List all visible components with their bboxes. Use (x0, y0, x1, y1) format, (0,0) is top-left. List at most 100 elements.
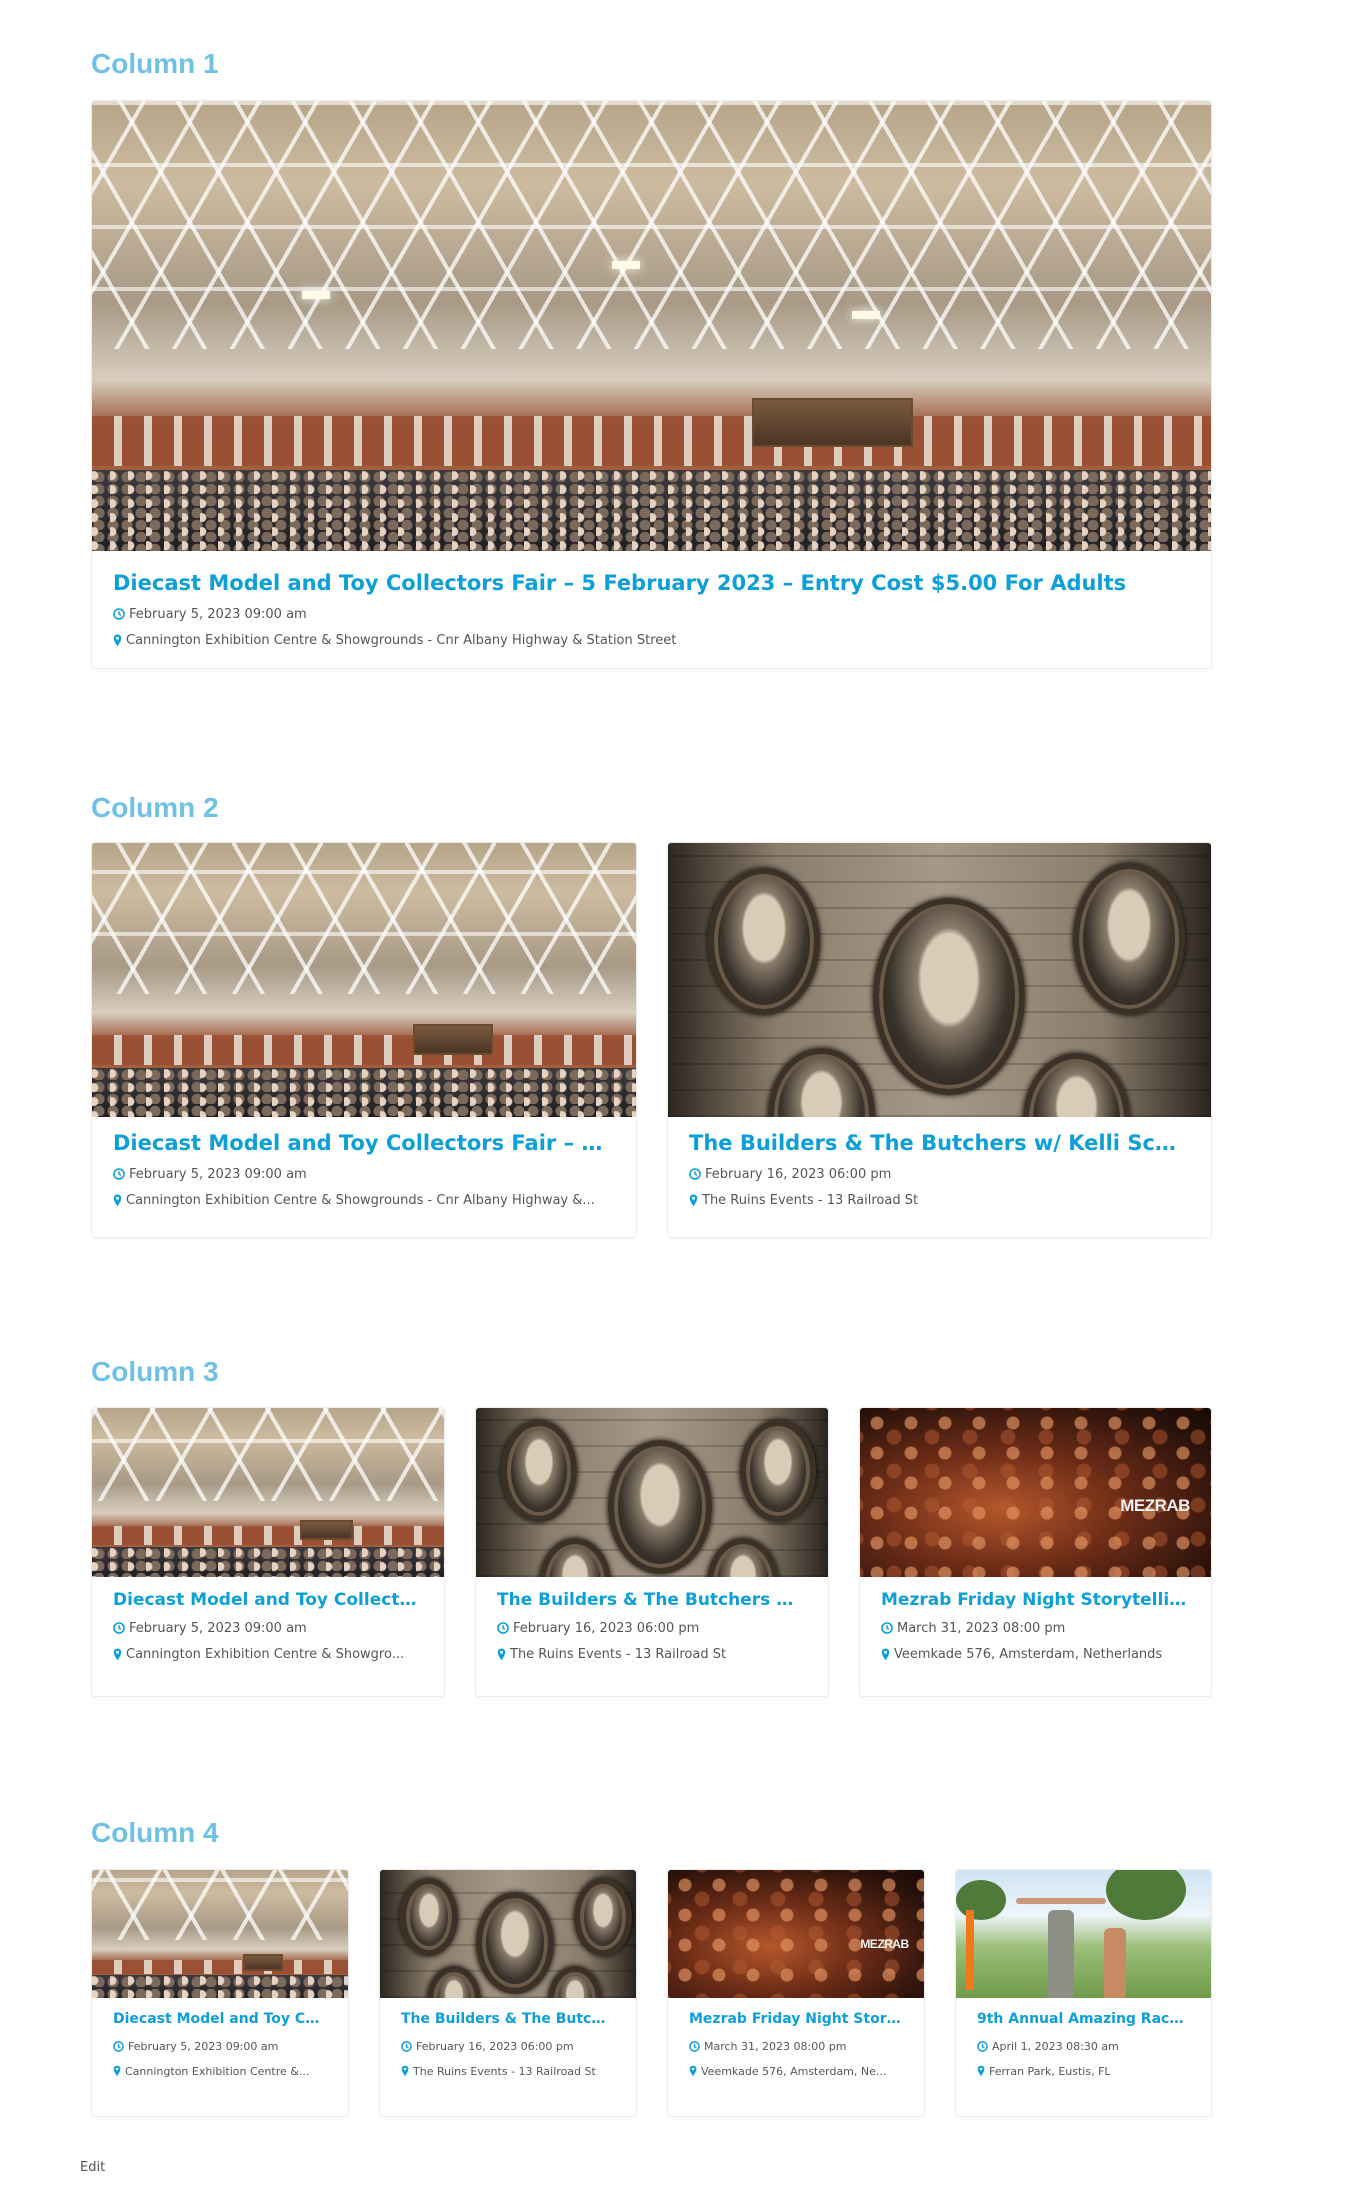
event-date-text: February 16, 2023 06:00 pm (416, 2039, 574, 2053)
event-card-mezrab[interactable]: MEZRAB Mezrab Friday Night Storytelling … (859, 1407, 1212, 1697)
clock-icon (113, 1168, 125, 1180)
event-location-text: The Ruins Events - 13 Railroad St (413, 2064, 596, 2078)
event-title-link[interactable]: Mezrab Friday Night Story... (689, 2010, 903, 2028)
event-image-builders[interactable] (668, 843, 1211, 1117)
event-date-text: February 5, 2023 09:00 am (128, 2039, 279, 2053)
event-location: Cannington Exhibition Centre & Showgroun… (113, 1191, 615, 1209)
event-date-text: March 31, 2023 08:00 pm (897, 1620, 1066, 1636)
event-date: March 31, 2023 08:00 pm (881, 1619, 1190, 1637)
event-date: February 5, 2023 09:00 am (113, 1619, 423, 1637)
map-marker-icon (497, 1648, 506, 1661)
event-date-text: February 16, 2023 06:00 pm (705, 1166, 892, 1182)
section-title: Column 3 (91, 1356, 219, 1387)
clock-icon (977, 2040, 988, 2052)
event-title-link[interactable]: Diecast Model and Toy Collectors Fair – … (113, 570, 1190, 596)
event-title-link[interactable]: The Builders & The Butchers w/ Kelli Sch… (689, 1130, 1190, 1156)
event-location: The Ruins Events - 13 Railroad St (401, 2063, 615, 2079)
event-image-builders[interactable] (380, 1870, 636, 1998)
event-card-builders[interactable]: The Builders & The Butchers w/... Februa… (475, 1407, 829, 1697)
event-location-text: Veemkade 576, Amsterdam, Ne... (701, 2064, 887, 2078)
map-marker-icon (881, 1648, 890, 1661)
event-location: Cannington Exhibition Centre & Showgro..… (113, 1645, 423, 1663)
event-location-text: Cannington Exhibition Centre & Showgroun… (126, 1192, 595, 1208)
event-card-diecast[interactable]: Diecast Model and Toy Collectors Fair – … (91, 100, 1212, 669)
map-marker-icon (113, 634, 122, 647)
event-date: February 5, 2023 09:00 am (113, 1165, 615, 1183)
event-location: The Ruins Events - 13 Railroad St (689, 1191, 1190, 1209)
map-marker-icon (689, 1194, 698, 1207)
event-title-link[interactable]: The Builders & The Butchers w/... (497, 1589, 807, 1611)
event-title-link[interactable]: 9th Annual Amazing Race... (977, 2010, 1190, 2028)
event-location-text: The Ruins Events - 13 Railroad St (702, 1192, 919, 1208)
clock-icon (689, 2040, 700, 2052)
event-image-diecast[interactable] (92, 843, 636, 1117)
event-title-link[interactable]: Diecast Model and Toy Co... (113, 2010, 327, 2028)
map-marker-icon (689, 2065, 697, 2077)
event-date-text: February 5, 2023 09:00 am (129, 606, 307, 622)
map-marker-icon (977, 2065, 985, 2077)
map-marker-icon (113, 1648, 122, 1661)
event-date: February 16, 2023 06:00 pm (689, 1165, 1190, 1183)
section-title: Column 4 (91, 1817, 219, 1848)
event-location: Veemkade 576, Amsterdam, Netherlands (881, 1645, 1190, 1663)
section-title: Column 2 (91, 792, 219, 823)
event-card-builders[interactable]: The Builders & The Butchers w/ Kelli Sch… (667, 842, 1212, 1238)
event-title-link[interactable]: The Builders & The Butch... (401, 2010, 615, 2028)
event-location-text: Ferran Park, Eustis, FL (989, 2064, 1111, 2078)
event-date: February 5, 2023 09:00 am (113, 605, 1190, 623)
event-location-text: Veemkade 576, Amsterdam, Netherlands (894, 1646, 1163, 1662)
event-image-builders[interactable] (476, 1408, 828, 1577)
event-date: February 16, 2023 06:00 pm (401, 2038, 615, 2054)
event-card-diecast[interactable]: Diecast Model and Toy Collectors Fair – … (91, 842, 637, 1238)
event-image-mezrab[interactable]: MEZRAB (860, 1408, 1211, 1577)
event-card-mezrab[interactable]: MEZRAB Mezrab Friday Night Story... Marc… (667, 1869, 925, 2117)
clock-icon (113, 608, 125, 620)
event-date: February 5, 2023 09:00 am (113, 2038, 327, 2054)
event-date-text: February 5, 2023 09:00 am (129, 1620, 307, 1636)
event-card-diecast[interactable]: Diecast Model and Toy Co... February 5, … (91, 1869, 349, 2117)
mezrab-logo: MEZRAB (860, 1936, 909, 1951)
event-location: The Ruins Events - 13 Railroad St (497, 1645, 807, 1663)
event-location-text: Cannington Exhibition Centre &... (125, 2064, 310, 2078)
clock-icon (401, 2040, 412, 2052)
clock-icon (113, 1622, 125, 1634)
clock-icon (497, 1622, 509, 1634)
event-image-mezrab[interactable]: MEZRAB (668, 1870, 924, 1998)
event-image-race[interactable] (956, 1870, 1211, 1998)
event-card-race[interactable]: 9th Annual Amazing Race... April 1, 2023… (955, 1869, 1212, 2117)
clock-icon (113, 2040, 124, 2052)
edit-link[interactable]: Edit (80, 2160, 105, 2175)
mezrab-logo: MEZRAB (1120, 1495, 1190, 1515)
event-date-text: March 31, 2023 08:00 pm (704, 2039, 847, 2053)
event-date: February 16, 2023 06:00 pm (497, 1619, 807, 1637)
section-column-4: Column 4 Diecast Model and Toy Co... Feb… (91, 1817, 1212, 2117)
event-image-diecast[interactable] (92, 1408, 444, 1577)
section-column-3: Column 3 Diecast Model and Toy Collecto.… (91, 1356, 1212, 1701)
event-date: April 1, 2023 08:30 am (977, 2038, 1190, 2054)
event-card-builders[interactable]: The Builders & The Butch... February 16,… (379, 1869, 637, 2117)
event-title-link[interactable]: Mezrab Friday Night Storytelling (881, 1589, 1190, 1611)
event-title-link[interactable]: Diecast Model and Toy Collecto... (113, 1589, 423, 1611)
clock-icon (881, 1622, 893, 1634)
event-card-diecast[interactable]: Diecast Model and Toy Collecto... Februa… (91, 1407, 445, 1697)
map-marker-icon (113, 2065, 121, 2077)
event-date-text: April 1, 2023 08:30 am (992, 2039, 1119, 2053)
section-title: Column 1 (91, 48, 219, 79)
event-date-text: February 5, 2023 09:00 am (129, 1166, 307, 1182)
event-location: Cannington Exhibition Centre & Showgroun… (113, 631, 1190, 649)
event-title-link[interactable]: Diecast Model and Toy Collectors Fair – … (113, 1130, 615, 1156)
event-location-text: The Ruins Events - 13 Railroad St (510, 1646, 727, 1662)
section-column-2: Column 2 Diecast Model and Toy Collector… (91, 790, 1212, 1240)
clock-icon (689, 1168, 701, 1180)
event-location: Ferran Park, Eustis, FL (977, 2063, 1190, 2079)
event-location-text: Cannington Exhibition Centre & Showgro..… (126, 1646, 405, 1662)
event-location: Veemkade 576, Amsterdam, Ne... (689, 2063, 903, 2079)
event-date: March 31, 2023 08:00 pm (689, 2038, 903, 2054)
event-image-diecast[interactable] (92, 1870, 348, 1998)
event-date-text: February 16, 2023 06:00 pm (513, 1620, 700, 1636)
event-location-text: Cannington Exhibition Centre & Showgroun… (126, 632, 677, 648)
map-marker-icon (113, 1194, 122, 1207)
section-column-1: Column 1 Diecast Model and Toy Collector… (91, 48, 1212, 669)
event-image-diecast[interactable] (92, 101, 1211, 551)
map-marker-icon (401, 2065, 409, 2077)
